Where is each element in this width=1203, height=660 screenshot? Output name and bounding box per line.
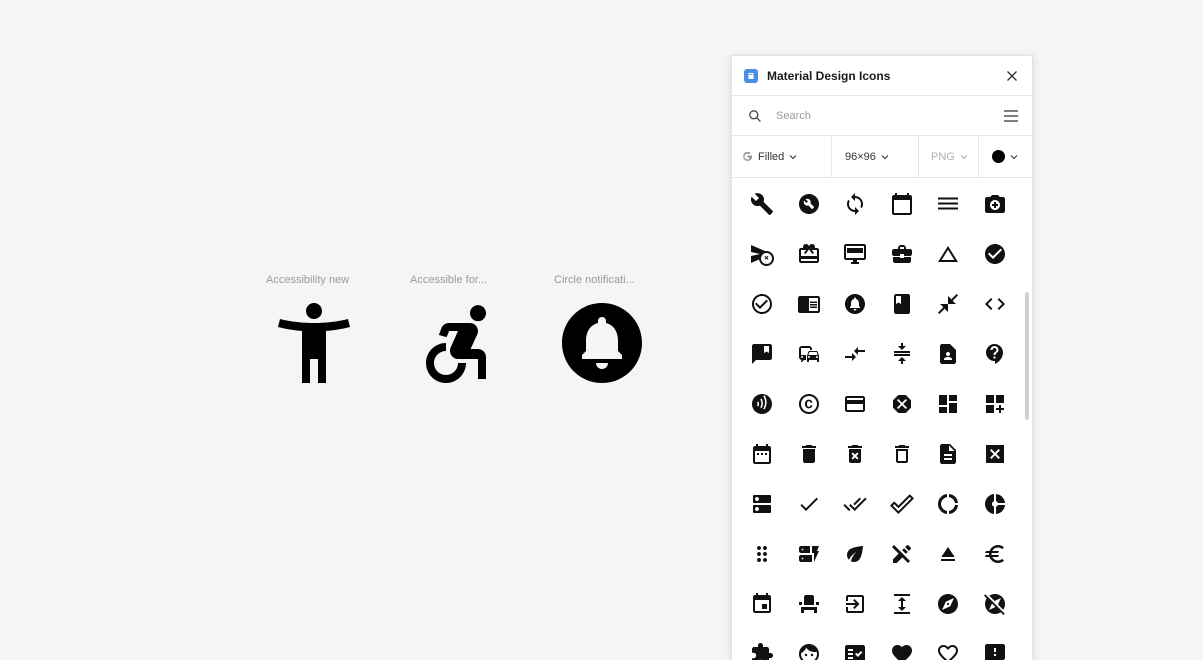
donut-small-icon[interactable]: [983, 492, 1007, 516]
event-icon[interactable]: [750, 592, 774, 616]
calendar-today-icon[interactable]: [890, 192, 914, 216]
change-history-icon[interactable]: [936, 242, 960, 266]
frame-accessibility-new[interactable]: Accessibility new: [266, 273, 362, 391]
add-a-photo-icon[interactable]: [983, 192, 1007, 216]
panel-titlebar: Material Design Icons: [732, 56, 1032, 96]
format-label: PNG: [931, 150, 955, 163]
delete-outline-icon[interactable]: [890, 442, 914, 466]
style-dropdown[interactable]: Filled: [732, 136, 832, 177]
search-input[interactable]: [776, 109, 1002, 122]
frame-accessible-forward[interactable]: Accessible for...: [410, 273, 506, 391]
contactless-icon[interactable]: [750, 392, 774, 416]
class-icon[interactable]: [890, 292, 914, 316]
disabled-by-default-icon[interactable]: [983, 442, 1007, 466]
chevron-down-icon: [960, 154, 968, 159]
extension-icon[interactable]: [750, 642, 774, 660]
check-circle-outline-icon[interactable]: [750, 292, 774, 316]
chevron-down-icon: [1010, 154, 1018, 159]
chevron-down-icon: [789, 154, 797, 159]
color-picker[interactable]: [979, 136, 1032, 177]
cancel-schedule-send-icon[interactable]: [750, 242, 774, 266]
dehaze-icon[interactable]: [936, 192, 960, 216]
sync-icon[interactable]: [843, 192, 867, 216]
google-logo-icon: [742, 151, 752, 162]
chrome-reader-mode-icon[interactable]: [797, 292, 821, 316]
dangerous-icon[interactable]: [890, 392, 914, 416]
event-seat-icon[interactable]: [797, 592, 821, 616]
code-icon[interactable]: [983, 292, 1007, 316]
donut-large-icon[interactable]: [936, 492, 960, 516]
compress-icon[interactable]: [890, 342, 914, 366]
favorite-border-icon[interactable]: [936, 642, 960, 660]
compare-arrows-icon[interactable]: [843, 342, 867, 366]
comment-bank-icon[interactable]: [750, 342, 774, 366]
search-icon: [749, 109, 761, 122]
icon-grid: [750, 192, 1026, 660]
contact-support-icon[interactable]: [983, 342, 1007, 366]
close-icon[interactable]: [1004, 68, 1020, 84]
dashboard-icon[interactable]: [936, 392, 960, 416]
eject-icon[interactable]: [936, 542, 960, 566]
description-icon[interactable]: [936, 442, 960, 466]
dashboard-customize-icon[interactable]: [983, 392, 1007, 416]
check-circle-icon[interactable]: [983, 242, 1007, 266]
circle-notifications-icon[interactable]: [843, 292, 867, 316]
style-label: Filled: [758, 150, 785, 163]
explore-off-icon[interactable]: [983, 592, 1007, 616]
done-outline-icon[interactable]: [889, 492, 914, 516]
done-icon[interactable]: [797, 492, 821, 516]
redeem-icon[interactable]: [797, 242, 821, 266]
accessible-forward-icon: [410, 295, 506, 391]
desktop-windows-icon[interactable]: [843, 242, 867, 266]
edit-off-icon[interactable]: [890, 542, 914, 566]
exit-to-app-icon[interactable]: [843, 592, 867, 616]
commute-icon[interactable]: [797, 342, 821, 366]
close-fullscreen-icon[interactable]: [936, 292, 960, 316]
done-all-icon[interactable]: [843, 492, 867, 516]
frame-label: Circle notificati...: [554, 274, 635, 286]
plugin-panel: Material Design Icons Filled 96×96 PNG: [731, 55, 1033, 660]
fact-check-icon[interactable]: [843, 642, 867, 660]
face-icon[interactable]: [797, 642, 821, 660]
chevron-down-icon: [881, 154, 889, 159]
frame-label: Accessibility new: [266, 274, 350, 286]
favorite-icon[interactable]: [890, 642, 914, 660]
size-dropdown[interactable]: 96×96: [832, 136, 919, 177]
feedback-icon[interactable]: [983, 642, 1007, 660]
business-center-icon[interactable]: [890, 242, 914, 266]
dynamic-form-icon[interactable]: [797, 542, 821, 566]
hamburger-menu-icon[interactable]: [1002, 107, 1020, 125]
plugin-logo-icon: [744, 68, 758, 83]
build-circle-icon[interactable]: [797, 192, 821, 216]
delete-forever-icon[interactable]: [843, 442, 867, 466]
size-label: 96×96: [845, 150, 876, 163]
search-bar: [732, 96, 1032, 136]
drag-indicator-icon[interactable]: [750, 542, 774, 566]
expand-icon[interactable]: [890, 592, 914, 616]
color-swatch: [992, 150, 1005, 163]
credit-card-icon[interactable]: [843, 392, 867, 416]
accessibility-new-icon: [266, 295, 362, 391]
eco-icon[interactable]: [843, 542, 867, 566]
frame-label: Accessible for...: [410, 274, 488, 286]
format-dropdown[interactable]: PNG: [919, 136, 979, 177]
circle-notifications-icon: [554, 295, 650, 391]
explore-icon[interactable]: [936, 592, 960, 616]
build-icon[interactable]: [750, 192, 774, 216]
euro-symbol-icon[interactable]: [983, 542, 1007, 566]
scrollbar-thumb[interactable]: [1025, 292, 1029, 420]
contact-page-icon[interactable]: [936, 342, 960, 366]
panel-title: Material Design Icons: [767, 68, 891, 83]
dns-icon[interactable]: [750, 492, 774, 516]
frame-circle-notifications[interactable]: Circle notificati...: [554, 273, 650, 391]
delete-icon[interactable]: [797, 442, 821, 466]
options-toolbar: Filled 96×96 PNG: [732, 136, 1032, 178]
date-range-icon[interactable]: [750, 442, 774, 466]
copyright-icon[interactable]: [797, 392, 821, 416]
